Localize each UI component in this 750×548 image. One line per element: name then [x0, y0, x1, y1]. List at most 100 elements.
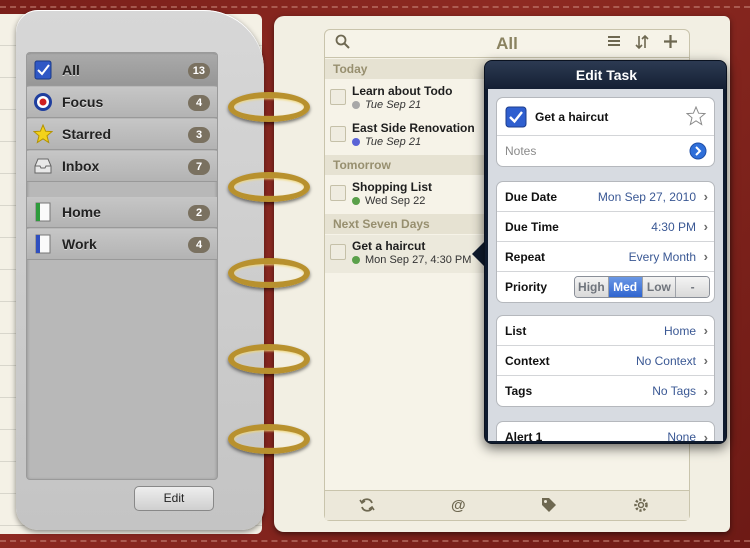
target-icon [33, 92, 53, 112]
repeat-label: Repeat [505, 249, 546, 264]
task-checkbox[interactable] [330, 185, 346, 201]
binder-ring [228, 344, 310, 374]
count-badge: 4 [188, 95, 210, 111]
priority-med-segment[interactable]: Med [608, 277, 643, 297]
disclosure-arrow-icon[interactable] [689, 142, 707, 165]
list-title: All [496, 34, 518, 53]
binder-ring [228, 258, 310, 288]
priority-high-segment[interactable]: High [575, 277, 609, 297]
task-date: Mon Sep 27, 4:30 PM [352, 254, 471, 266]
task-title: Shopping List [352, 180, 432, 194]
count-badge: 13 [187, 63, 210, 79]
notebook-blue-icon [33, 234, 53, 254]
list-color-dot [352, 101, 360, 109]
task-date-text: Mon Sep 27, 4:30 PM [365, 254, 472, 266]
tags-value: No Tags [652, 384, 696, 398]
count-badge: 2 [188, 205, 210, 221]
sidebar-item-starred[interactable]: Starred 3 [27, 119, 217, 150]
menu-icon[interactable] [607, 34, 621, 53]
sidebar-item-label: Inbox [62, 158, 100, 174]
context-value: No Context [635, 353, 696, 368]
settings-gear-icon[interactable] [633, 497, 649, 517]
tag-icon[interactable] [541, 497, 557, 517]
star-outline-icon[interactable] [685, 105, 707, 131]
list-color-dot [352, 138, 360, 146]
count-badge: 7 [188, 159, 210, 175]
due-date-value: Mon Sep 27, 2010 [597, 189, 696, 204]
list-color-dot [352, 256, 360, 264]
binder-ring [228, 92, 310, 122]
sidebar-item-work[interactable]: Work 4 [27, 229, 217, 260]
list-row[interactable]: List Home › [497, 316, 714, 346]
priority-row: Priority High Med Low - [497, 272, 714, 302]
popover-body: Get a haircut Notes Due Date Mon Sep 27,… [488, 89, 723, 441]
checkbox-icon [33, 60, 53, 80]
task-name-row[interactable]: Get a haircut [497, 98, 714, 136]
sidebar-item-focus[interactable]: Focus 4 [27, 87, 217, 118]
sidebar-item-all[interactable]: All 13 [27, 55, 217, 86]
count-badge: 4 [188, 237, 210, 253]
task-date-text: Wed Sep 22 [365, 195, 426, 207]
alert-group: Alert 1 None › [496, 421, 715, 441]
tags-label: Tags [505, 384, 533, 398]
sidebar-item-inbox[interactable]: Inbox 7 [27, 151, 217, 182]
edit-task-popover: Edit Task Get a haircut Notes Due Date M… [484, 60, 727, 444]
count-badge: 3 [188, 127, 210, 143]
chevron-right-icon: › [703, 189, 708, 204]
tags-row[interactable]: Tags No Tags › [497, 376, 714, 406]
binder-ring [228, 172, 310, 202]
repeat-value: Every Month [628, 249, 696, 264]
search-icon[interactable] [335, 34, 350, 54]
task-title: Get a haircut [352, 239, 426, 253]
alert-value: None [667, 430, 696, 441]
due-time-label: Due Time [505, 219, 559, 234]
completed-checkbox-icon[interactable] [505, 106, 527, 128]
chevron-right-icon: › [703, 219, 708, 234]
task-checkbox[interactable] [330, 89, 346, 105]
organize-group: List Home › Context No Context › Tags No… [496, 315, 715, 407]
priority-segmented-control: High Med Low - [574, 276, 710, 298]
task-checkbox[interactable] [330, 126, 346, 142]
dates-group: Due Date Mon Sep 27, 2010 › Due Time 4:3… [496, 181, 715, 303]
due-date-label: Due Date [505, 189, 558, 204]
context-at-icon[interactable]: @ [451, 497, 466, 514]
due-time-row[interactable]: Due Time 4:30 PM › [497, 212, 714, 242]
edit-button[interactable]: Edit [134, 486, 214, 511]
context-row[interactable]: Context No Context › [497, 346, 714, 376]
add-icon[interactable] [663, 34, 678, 54]
leather-stitching-bottom [0, 540, 750, 542]
notes-placeholder: Notes [505, 144, 537, 158]
due-time-value: 4:30 PM [651, 219, 696, 234]
chevron-right-icon: › [703, 353, 708, 368]
task-date-text: Tue Sep 21 [365, 99, 422, 111]
sync-icon[interactable] [359, 497, 375, 517]
task-name: Get a haircut [535, 109, 609, 124]
list-toolbar: All [325, 30, 689, 58]
alert-row[interactable]: Alert 1 None › [497, 422, 714, 442]
task-date: Tue Sep 21 [352, 99, 421, 111]
chevron-right-icon: › [703, 429, 708, 442]
repeat-row[interactable]: Repeat Every Month › [497, 242, 714, 272]
task-title: Learn about Todo [352, 84, 453, 98]
list-label: List [505, 323, 527, 338]
task-checkbox[interactable] [330, 244, 346, 260]
binder-ring [228, 424, 310, 454]
list-color-dot [352, 197, 360, 205]
list-value: Home [663, 323, 696, 338]
sidebar-item-home[interactable]: Home 2 [27, 197, 217, 228]
notes-row[interactable]: Notes [497, 136, 714, 166]
sort-icon[interactable] [635, 34, 649, 55]
task-date-text: Tue Sep 21 [365, 136, 422, 148]
sidebar-list: All 13 Focus 4 Starred 3 Inbox 7 Home 2 … [26, 52, 218, 480]
task-name-group: Get a haircut Notes [496, 97, 715, 167]
due-date-row[interactable]: Due Date Mon Sep 27, 2010 › [497, 182, 714, 212]
notebook-green-icon [33, 202, 53, 222]
inbox-icon [33, 156, 53, 176]
star-icon [33, 124, 53, 144]
priority-low-segment[interactable]: Low [642, 277, 677, 297]
chevron-right-icon: › [703, 249, 708, 264]
leather-stitching-top [0, 6, 750, 8]
sidebar-item-label: Starred [62, 126, 112, 142]
priority-none-segment[interactable]: - [676, 277, 709, 297]
sidebar-item-label: Home [62, 204, 101, 220]
